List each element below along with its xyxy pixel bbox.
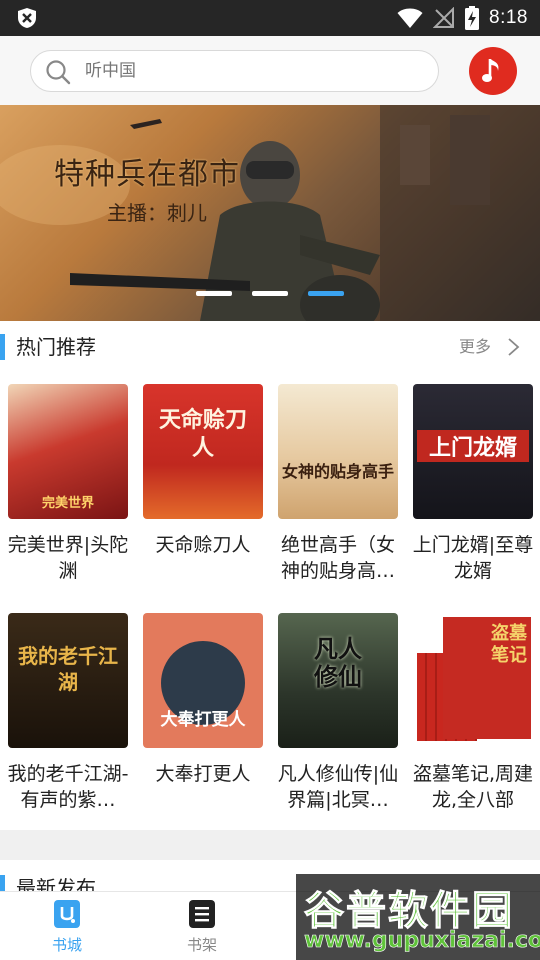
- search-icon: [46, 60, 71, 85]
- book-title: 绝世高手（女神的贴身高…: [280, 534, 395, 582]
- battery-charging-icon: [465, 6, 480, 30]
- book-cover[interactable]: 上门龙婿: [413, 384, 533, 519]
- nav-bookshelf[interactable]: 书架: [162, 892, 242, 960]
- more-link[interactable]: 更多: [459, 321, 491, 373]
- nav-bookstore-label: 书城: [51, 936, 82, 954]
- status-right: 8:18: [397, 0, 528, 36]
- book-cover[interactable]: 我的老千江湖: [8, 613, 128, 748]
- cover-title: 我的老千江湖: [18, 644, 118, 694]
- watermark-logo: 谷普软件园 www.gupuxiazai.com: [296, 874, 540, 960]
- banner-title: 特种兵在都市: [54, 157, 240, 192]
- chevron-right-icon[interactable]: [507, 337, 521, 357]
- book-title: 大奉打更人: [155, 763, 251, 785]
- book-title: 我的老千江湖-有声的紫…: [7, 763, 129, 811]
- banner-subtitle: 主播：刺儿: [107, 201, 207, 225]
- book-cover[interactable]: 凡人修仙: [278, 613, 398, 748]
- watermark-url: www.gupuxiazai.com: [304, 928, 540, 954]
- no-signal-icon: [433, 7, 455, 28]
- cover-title: 凡人修仙: [314, 634, 362, 691]
- book-cover[interactable]: 大奉打更人: [143, 613, 263, 748]
- book-title: 上门龙婿|至尊龙婿: [412, 534, 534, 582]
- banner-artwork: [0, 105, 540, 321]
- book-cover[interactable]: 天命赊刀人: [143, 384, 263, 519]
- search-header: 听中国: [0, 36, 540, 105]
- cover-title: 女神的贴身高手: [282, 462, 395, 481]
- music-player-button[interactable]: [469, 47, 517, 95]
- search-input[interactable]: 听中国: [30, 50, 439, 92]
- book-title: 完美世界|头陀渊: [7, 534, 129, 582]
- book-title: 天命赊刀人: [155, 534, 251, 556]
- book-cover[interactable]: 女神的贴身高手: [278, 384, 398, 519]
- app-screen: 8:18 听中国 特种兵在都市 主播：刺儿 热门推荐 更多 完美世界 完美世界|…: [0, 0, 540, 960]
- section-divider: [0, 830, 540, 860]
- carousel-indicator: [196, 291, 344, 296]
- music-note-icon: [482, 59, 499, 82]
- cover-title: 盗墓笔记: [491, 623, 527, 666]
- nav-bookshelf-label: 书架: [186, 936, 217, 954]
- status-time: 8:18: [489, 7, 528, 28]
- cover-title: 完美世界: [41, 496, 94, 511]
- book-title: 凡人修仙传|仙界篇|北冥…: [277, 763, 399, 811]
- hot-section-header: 热门推荐 更多: [0, 321, 540, 373]
- carousel-dot[interactable]: [196, 291, 232, 296]
- cover-title: 天命赊刀人: [158, 407, 247, 461]
- status-bar: 8:18: [0, 0, 540, 36]
- bookstore-icon: [54, 900, 80, 928]
- section-accent-bar: [0, 334, 5, 360]
- carousel-dot-active[interactable]: [308, 291, 344, 296]
- cover-title: 上门龙婿: [417, 430, 529, 462]
- banner-carousel[interactable]: 特种兵在都市 主播：刺儿: [0, 105, 540, 321]
- hot-section-title: 热门推荐: [16, 335, 96, 359]
- book-cover[interactable]: 完美世界: [8, 384, 128, 519]
- search-placeholder: 听中国: [85, 61, 136, 81]
- book-cover[interactable]: 盗墓笔记: [413, 613, 533, 748]
- book-title: 盗墓笔记,周建龙,全八部: [412, 763, 534, 811]
- carousel-dot[interactable]: [252, 291, 288, 296]
- blocked-notification-icon: [18, 8, 36, 28]
- cover-title: 大奉打更人: [160, 710, 246, 730]
- nav-bookstore[interactable]: 书城: [27, 892, 107, 960]
- wifi-icon: [397, 8, 423, 28]
- bookshelf-icon: [189, 900, 215, 928]
